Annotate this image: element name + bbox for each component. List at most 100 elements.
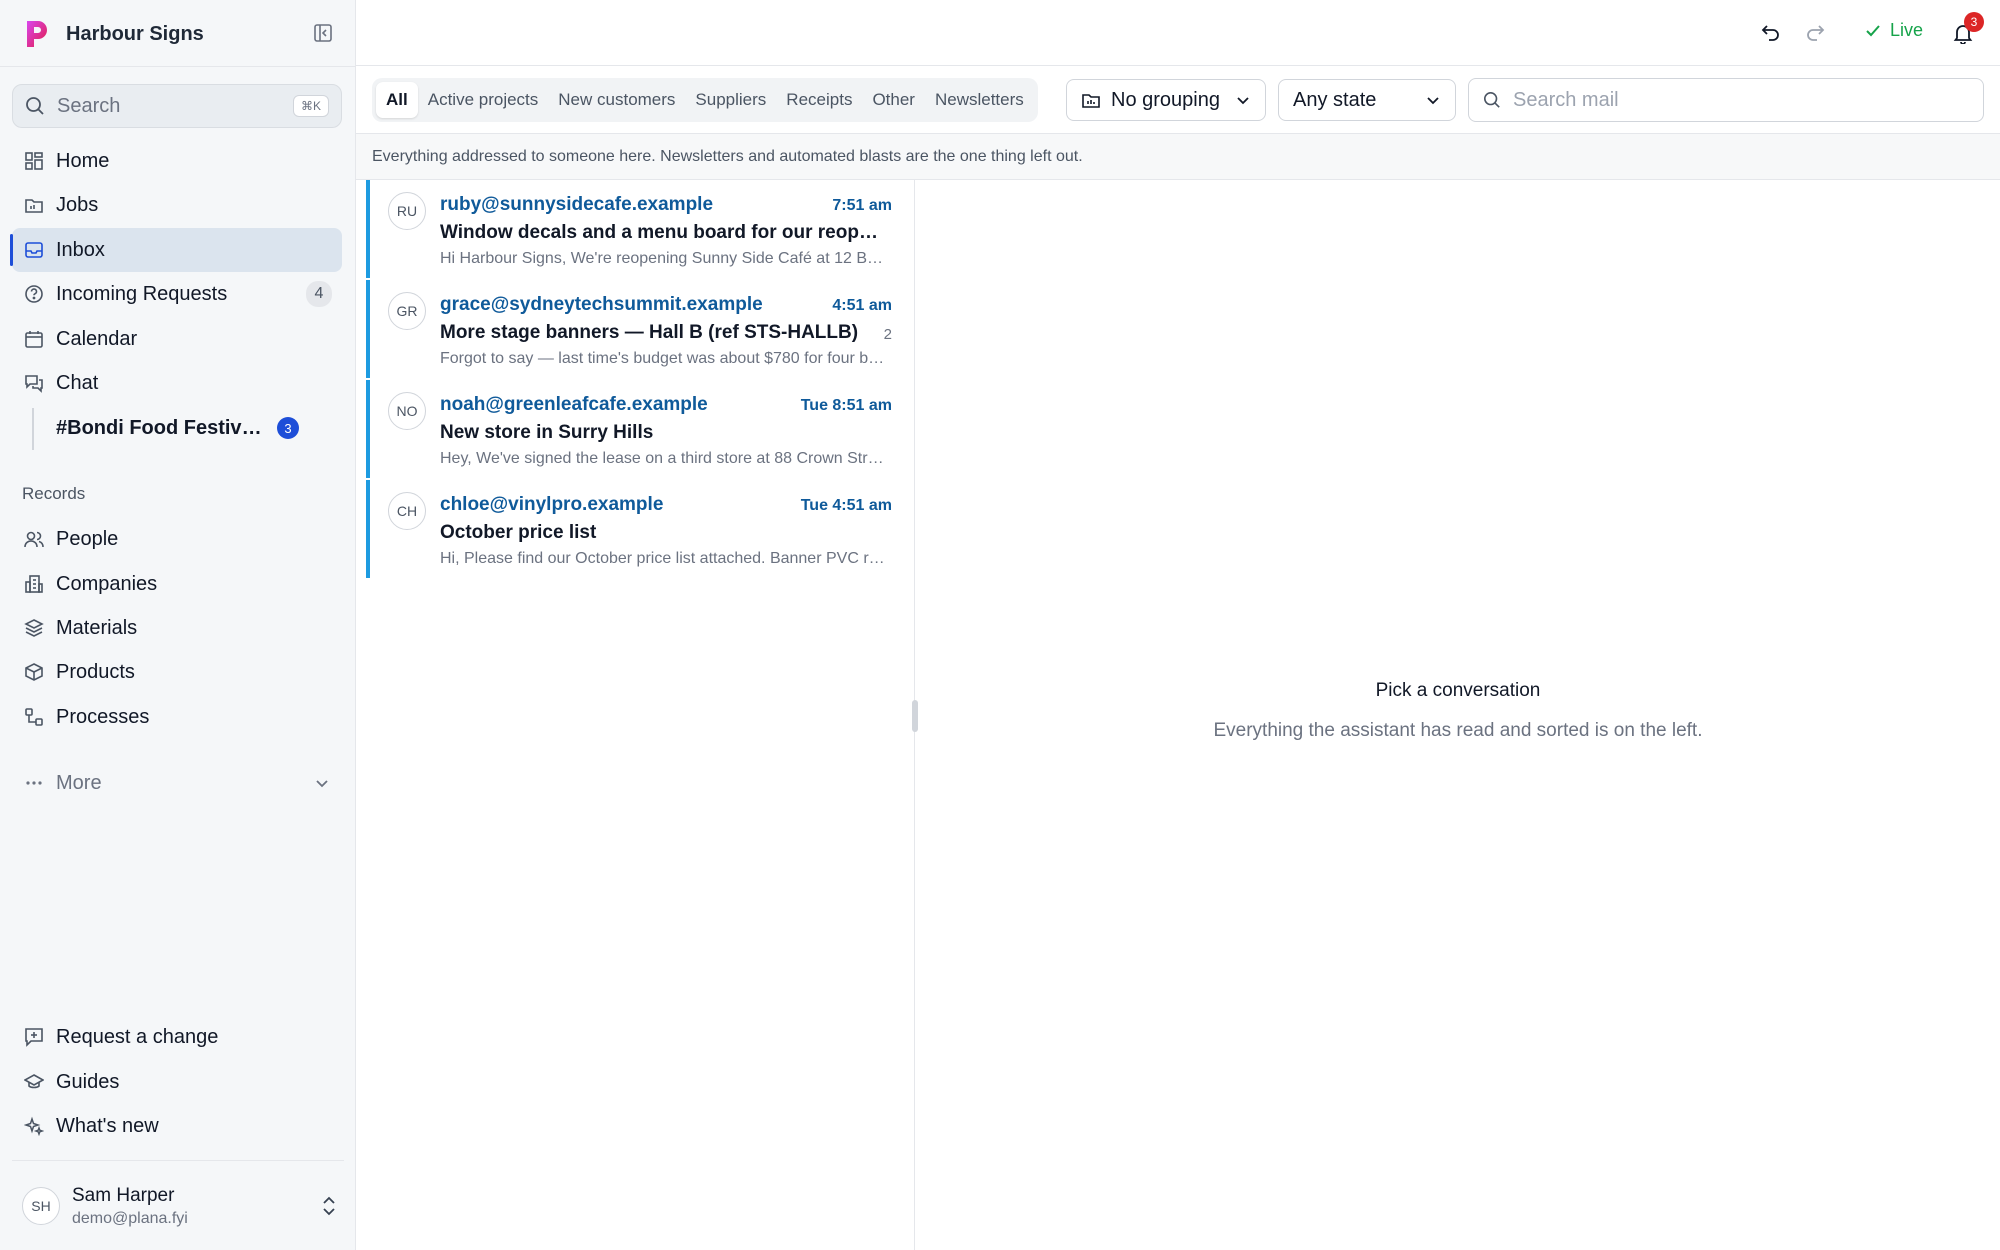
sidebar: Harbour Signs Search ⌘K Home Jobs Inbox … [0, 0, 356, 1250]
nav-label: Products [56, 660, 135, 683]
mail-time: Tue 4:51 am [800, 497, 892, 514]
grid-icon [23, 150, 45, 172]
brand[interactable]: Harbour Signs [24, 16, 204, 52]
nav-item-request-change[interactable]: Request a change [12, 1015, 342, 1059]
live-status[interactable]: Live [1864, 20, 1923, 41]
nav-item-companies[interactable]: Companies [12, 562, 342, 606]
nav-label: Jobs [56, 193, 99, 216]
chat-icon [23, 372, 45, 394]
tab-other[interactable]: Other [862, 82, 925, 118]
nav-label: More [56, 771, 102, 794]
user-email: demo@plana.fyi [72, 1209, 188, 1227]
tab-active-projects[interactable]: Active projects [418, 82, 549, 118]
nav-item-products[interactable]: Products [12, 650, 342, 694]
nav-item-incoming-requests[interactable]: Incoming Requests 4 [12, 272, 342, 316]
avatar: SH [22, 1187, 60, 1225]
nav-label: People [56, 527, 119, 550]
search-icon [1483, 91, 1500, 108]
empty-state: Pick a conversation Everything the assis… [916, 680, 2000, 742]
tab-all[interactable]: All [376, 82, 418, 118]
search-icon [26, 97, 44, 115]
avatar: GR [388, 292, 426, 330]
check-icon [1866, 24, 1880, 36]
nav-item-processes[interactable]: Processes [12, 695, 342, 739]
redo-icon [1807, 25, 1825, 41]
sidebar-collapse-icon [314, 24, 332, 42]
mail-search-input[interactable]: Search mail [1468, 78, 1984, 122]
folder-group-icon [1082, 94, 1100, 108]
sidebar-search[interactable]: Search ⌘K [12, 84, 342, 128]
mail-subject: New store in Surry Hills [440, 422, 654, 443]
chat-channel-bondi[interactable]: #Bondi Food Festival Stall 3 [56, 410, 299, 446]
workspace-name: Harbour Signs [66, 22, 204, 45]
undo-icon [1761, 25, 1779, 41]
layers-icon [23, 617, 45, 639]
redo-button[interactable] [1800, 18, 1830, 48]
mail-sender: noah@greenleafcafe.example [440, 394, 708, 415]
nav-item-whats-new[interactable]: What's new [12, 1104, 342, 1148]
mail-sender: ruby@sunnysidecafe.example [440, 194, 714, 215]
nav-item-more[interactable]: More [12, 761, 342, 805]
nav-item-people[interactable]: People [12, 517, 342, 561]
mail-time: Tue 8:51 am [800, 397, 892, 414]
mail-time: 4:51 am [832, 297, 892, 314]
nav-item-chat[interactable]: Chat [12, 361, 342, 405]
avatar: NO [388, 392, 426, 430]
nav-item-guides[interactable]: Guides [12, 1060, 342, 1104]
mail-item[interactable]: RU ruby@sunnysidecafe.example 7:51 am Wi… [366, 180, 906, 278]
unread-badge: 3 [277, 417, 299, 439]
user-menu[interactable]: SH Sam Harper demo@plana.fyi [22, 1180, 338, 1232]
nav-item-materials[interactable]: Materials [12, 606, 342, 650]
state-value: Any state [1293, 88, 1377, 111]
empty-state-subtitle: Everything the assistant has read and so… [1213, 720, 1703, 741]
notifications-button[interactable]: 3 [1948, 12, 1984, 48]
nav-item-calendar[interactable]: Calendar [12, 317, 342, 361]
state-select[interactable]: Any state [1278, 79, 1456, 121]
tab-suppliers[interactable]: Suppliers [685, 82, 776, 118]
more-dots-icon [23, 772, 45, 794]
nav-label: Processes [56, 705, 150, 728]
people-icon [23, 528, 45, 550]
collapse-sidebar-button[interactable] [310, 20, 336, 46]
folder-icon [23, 194, 45, 216]
mail-list: RU ruby@sunnysidecafe.example 7:51 am Wi… [356, 180, 915, 1250]
mail-search-placeholder: Search mail [1513, 88, 1619, 111]
nav-label: Chat [56, 371, 99, 394]
avatar: RU [388, 192, 426, 230]
message-plus-icon [23, 1026, 45, 1048]
mail-item[interactable]: NO noah@greenleafcafe.example Tue 8:51 a… [366, 380, 906, 478]
inbox-description: Everything addressed to someone here. Ne… [356, 134, 2000, 180]
chevron-down-icon [1427, 97, 1439, 105]
nav-label: Inbox [56, 238, 105, 261]
grouping-select[interactable]: No grouping [1066, 79, 1266, 121]
search-label: Search [57, 94, 121, 117]
nav-label: Incoming Requests [56, 282, 228, 305]
top-bar: Live 3 [356, 0, 2000, 66]
tab-newsletters[interactable]: Newsletters [925, 82, 1034, 118]
mail-time: 7:51 am [832, 197, 892, 214]
chevron-down-icon [1237, 97, 1249, 105]
mail-item[interactable]: GR grace@sydneytechsummit.example 4:51 a… [366, 280, 906, 378]
undo-button[interactable] [1756, 18, 1786, 48]
tab-new-customers[interactable]: New customers [548, 82, 685, 118]
nav-item-inbox[interactable]: Inbox [10, 228, 342, 272]
mail-subject: October price list [440, 522, 597, 543]
shortcut-hint: ⌘K [292, 95, 329, 117]
divider [12, 1160, 344, 1161]
channel-label: #Bondi Food Festival Stall [56, 416, 271, 439]
nav-label: Guides [56, 1070, 120, 1093]
tab-receipts[interactable]: Receipts [776, 82, 862, 118]
category-tabs: All Active projects New customers Suppli… [372, 78, 1038, 122]
mail-preview: Forgot to say — last time's budget was a… [440, 350, 888, 367]
nav-item-home[interactable]: Home [12, 139, 342, 183]
mail-item[interactable]: CH chloe@vinylpro.example Tue 4:51 am Oc… [366, 480, 906, 578]
inbox-icon [23, 239, 45, 261]
nav-label: Companies [56, 572, 158, 595]
notification-count-badge: 3 [1964, 12, 1984, 32]
nav-label: Calendar [56, 327, 138, 350]
help-circle-icon [23, 283, 45, 305]
sparkles-icon [23, 1115, 45, 1137]
mail-subject: Window decals and a menu board for our r… [440, 222, 888, 243]
building-icon [23, 573, 45, 595]
nav-item-jobs[interactable]: Jobs [12, 183, 342, 227]
